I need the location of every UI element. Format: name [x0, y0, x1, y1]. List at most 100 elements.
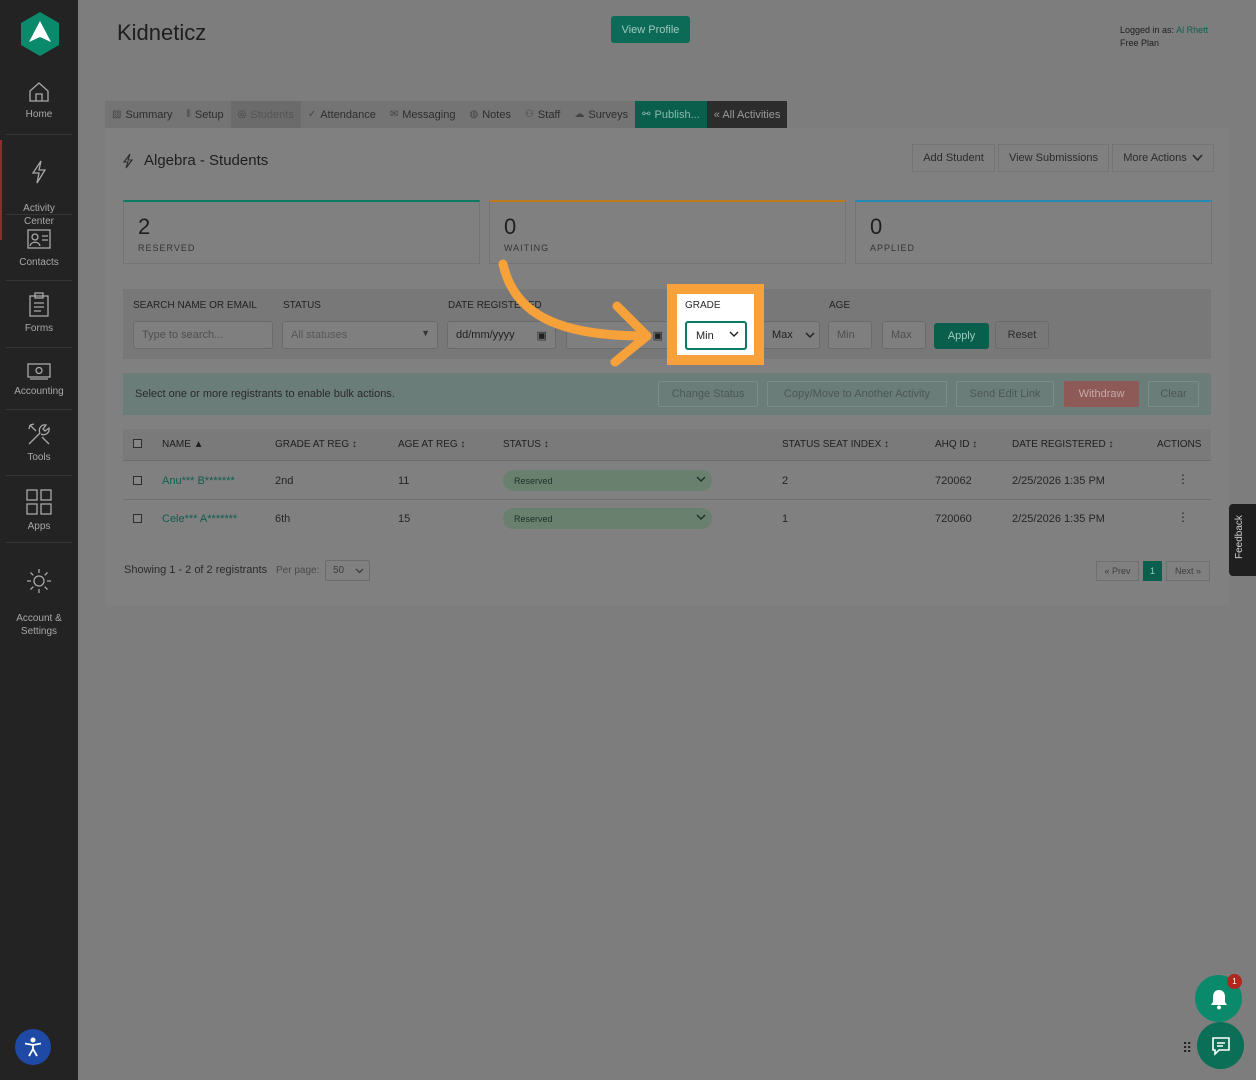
drag-handle-icon[interactable]: ⠿ [1182, 1040, 1192, 1057]
tab-label: Staff [537, 108, 561, 121]
status-label: STATUS [283, 300, 321, 311]
reset-button[interactable]: Reset [995, 321, 1049, 349]
view-submissions-button[interactable]: View Submissions [998, 144, 1109, 172]
accessibility-button[interactable] [15, 1029, 51, 1065]
search-label: SEARCH NAME OR EMAIL [133, 300, 257, 311]
tab-label: Publish... [654, 108, 700, 121]
status-value: Reserved [514, 475, 553, 486]
tab-label: Surveys [588, 108, 629, 121]
sidebar-item-apps[interactable]: Apps [0, 488, 78, 533]
status-select[interactable]: All statuses ▼ [282, 321, 438, 349]
sidebar-item-home[interactable]: Home [0, 80, 78, 121]
tab-messaging[interactable]: ✉ Messaging [382, 101, 463, 128]
copy-move-button[interactable]: Copy/Move to Another Activity [767, 381, 947, 407]
status-select[interactable]: Reserved [503, 470, 712, 491]
grade-cell: 2nd [275, 475, 294, 487]
age-min-input[interactable]: Min [828, 321, 872, 349]
per-page-value: 50 [333, 565, 345, 576]
tab-label: Notes [482, 108, 511, 121]
apply-button[interactable]: Apply [934, 323, 989, 349]
stat-reserved: 2 RESERVED [123, 200, 480, 264]
grade-label: GRADE [685, 300, 721, 311]
sidebar: Home Activity Center Contacts Forms Acco… [0, 0, 78, 1080]
sidebar-item-label: Contacts [19, 257, 59, 268]
student-name-link[interactable]: Cele*** A******* [162, 513, 237, 525]
setup-icon: ⦀ [186, 109, 191, 120]
sidebar-item-label: Apps [27, 521, 51, 532]
feedback-tab[interactable]: Feedback [1229, 504, 1256, 576]
sidebar-item-account-settings[interactable]: Account & Settings [0, 554, 78, 638]
col-age[interactable]: AGE AT REG ↕ [398, 439, 465, 450]
section-header: Algebra - Students [122, 152, 268, 169]
status-select[interactable]: Reserved [503, 508, 712, 529]
home-icon [29, 82, 49, 102]
tab-notes[interactable]: ◍ Notes [462, 101, 518, 128]
row-actions-icon[interactable]: ⋮ [1177, 472, 1189, 486]
grade-max-value: Max [772, 329, 793, 341]
col-actions: ACTIONS [1157, 439, 1202, 450]
sidebar-item-activity-center[interactable]: Activity Center [0, 140, 78, 240]
tab-staff[interactable]: ⚇ Staff [517, 101, 568, 128]
col-date-registered[interactable]: DATE REGISTERED ↕ [1012, 439, 1114, 450]
clear-button[interactable]: Clear [1148, 381, 1199, 407]
sidebar-item-accounting[interactable]: Accounting [0, 361, 78, 398]
student-name-link[interactable]: Anu*** B******* [162, 475, 235, 487]
sidebar-item-label: Forms [24, 323, 54, 334]
tab-publish[interactable]: ⚯ Publish... [635, 101, 707, 128]
stat-label: RESERVED [138, 243, 196, 253]
chat-button[interactable] [1197, 1022, 1244, 1069]
row-actions-icon[interactable]: ⋮ [1177, 510, 1189, 524]
status-select-value: All statuses [291, 329, 348, 341]
sidebar-item-forms[interactable]: Forms [0, 292, 78, 335]
section-title: Algebra - Students [144, 152, 269, 169]
view-profile-button[interactable]: View Profile [611, 16, 690, 43]
prev-page-button[interactable]: « Prev [1096, 561, 1139, 581]
ahq-id-cell: 720060 [935, 513, 972, 525]
tab-students[interactable]: ◎ Students [230, 101, 301, 128]
user-name-link[interactable]: Al Rhett [1176, 25, 1208, 35]
col-status[interactable]: STATUS ↕ [503, 439, 549, 450]
apps-grid-icon [26, 489, 52, 515]
app-logo[interactable] [19, 11, 61, 57]
tab-summary[interactable]: ▨ Summary [105, 101, 180, 128]
pointer-arrow-icon [498, 259, 652, 367]
select-all-checkbox[interactable] [133, 439, 142, 448]
age-max-input[interactable]: Max [882, 321, 926, 349]
bulk-actions-text: Select one or more registrants to enable… [135, 388, 395, 400]
date-cell: 2/25/2026 1:35 PM [1012, 475, 1105, 487]
grade-max-select[interactable]: Max [763, 321, 820, 349]
withdraw-button[interactable]: Withdraw [1064, 381, 1139, 407]
grade-min-select[interactable]: Min [685, 321, 747, 350]
stat-value: 2 [138, 214, 151, 239]
tab-all-activities[interactable]: « All Activities [706, 101, 788, 128]
row-checkbox[interactable] [133, 514, 142, 523]
chat-icon [1211, 1036, 1230, 1056]
date-cell: 2/25/2026 1:35 PM [1012, 513, 1105, 525]
stat-value: 0 [870, 214, 883, 239]
add-student-button[interactable]: Add Student [912, 144, 995, 172]
age-cell: 15 [398, 513, 411, 525]
status-value: Reserved [514, 513, 553, 524]
row-checkbox[interactable] [133, 476, 142, 485]
sidebar-item-contacts[interactable]: Contacts [0, 226, 78, 269]
next-page-button[interactable]: Next » [1166, 561, 1210, 581]
change-status-button[interactable]: Change Status [658, 381, 758, 407]
tab-setup[interactable]: ⦀ Setup [179, 101, 231, 128]
col-seat-index[interactable]: STATUS SEAT INDEX ↕ [782, 439, 889, 450]
col-ahq-id[interactable]: AHQ ID ↕ [935, 439, 977, 450]
stat-label: APPLIED [870, 243, 916, 253]
sidebar-item-tools[interactable]: Tools [0, 421, 78, 464]
tab-label: Messaging [402, 108, 456, 121]
col-name[interactable]: NAME ▲ [162, 439, 204, 450]
search-input[interactable]: Type to search... [133, 321, 273, 349]
col-grade[interactable]: GRADE AT REG ↕ [275, 439, 357, 450]
tab-attendance[interactable]: ✓ Attendance [300, 101, 383, 128]
page-1-button[interactable]: 1 [1143, 561, 1162, 581]
per-page-label: Per page: [276, 565, 320, 576]
tab-surveys[interactable]: ☁ Surveys [567, 101, 636, 128]
per-page-select[interactable]: 50 [325, 560, 370, 581]
lightning-icon [122, 153, 134, 168]
clipboard-icon [29, 292, 49, 317]
send-edit-link-button[interactable]: Send Edit Link [956, 381, 1054, 407]
more-actions-button[interactable]: More Actions [1112, 144, 1214, 172]
